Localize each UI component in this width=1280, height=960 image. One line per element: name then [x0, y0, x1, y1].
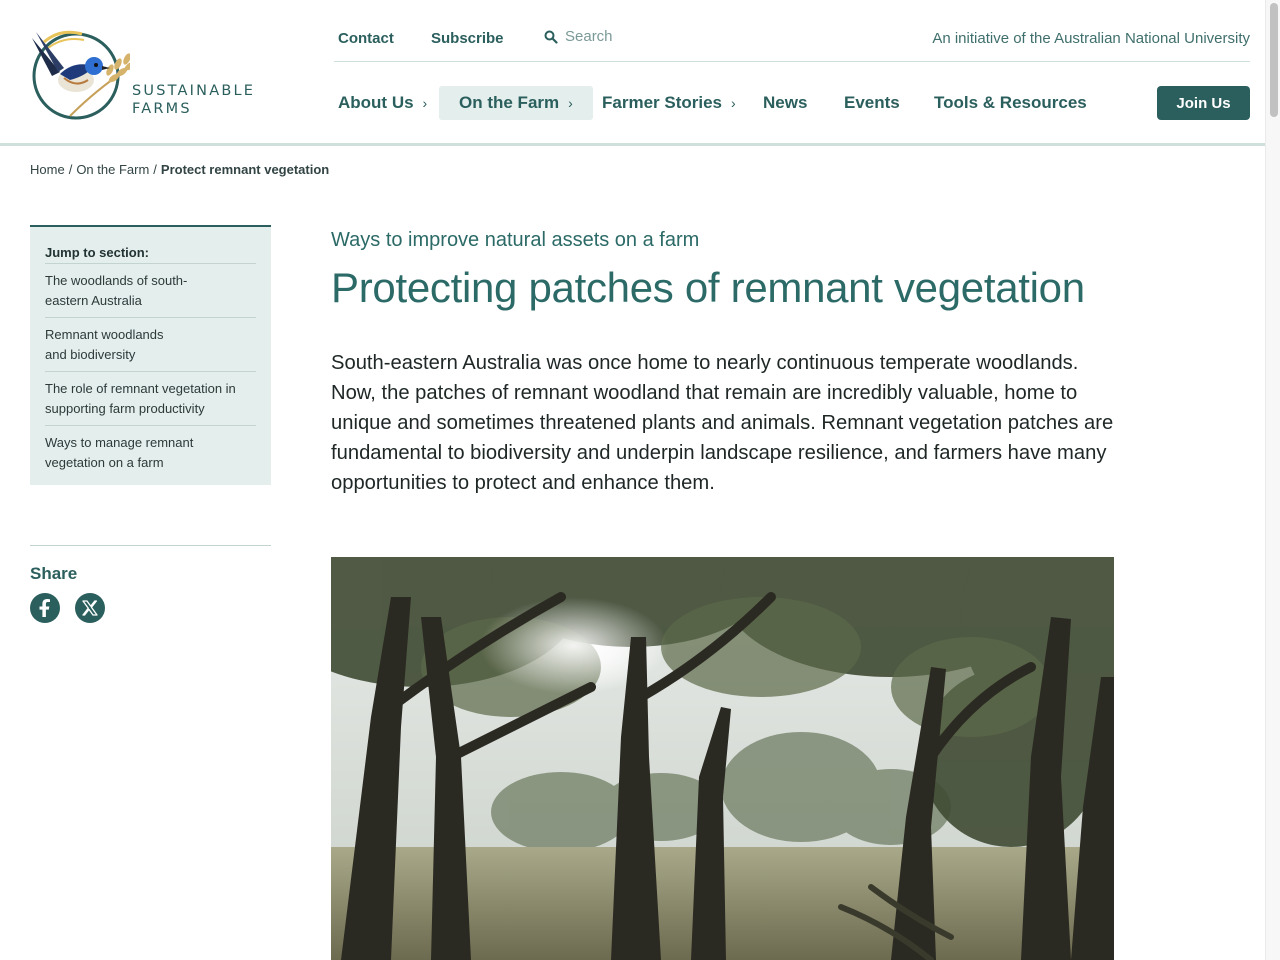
nav-label: Farmer Stories [602, 93, 722, 112]
fairy-wren-wheat-logo-icon [32, 30, 130, 120]
x-share-button[interactable] [75, 593, 105, 623]
anu-initiative-text: An initiative of the Australian National… [932, 30, 1250, 47]
chevron-right-icon: › [731, 95, 736, 111]
jump-item-farm-productivity[interactable]: The role of remnant vegetation in suppor… [45, 372, 256, 426]
breadcrumb-separator: / [68, 162, 73, 177]
contact-link[interactable]: Contact [338, 30, 394, 47]
nav-label: On the Farm [459, 93, 560, 112]
nav-about-us[interactable]: About Us › [318, 86, 447, 120]
breadcrumb-current: Protect remnant vegetation [160, 162, 330, 177]
search-box [544, 28, 725, 45]
page-scrollbar[interactable] [1265, 0, 1280, 960]
nav-label: About Us [338, 93, 414, 112]
breadcrumb-on-the-farm[interactable]: On the Farm [76, 162, 149, 177]
join-us-button[interactable]: Join Us [1157, 86, 1250, 120]
site-logo[interactable]: SUSTAINABLE FARMS [30, 26, 253, 120]
jump-to-section: Jump to section: The woodlands of south-… [30, 225, 271, 485]
chevron-right-icon: › [568, 95, 573, 111]
nav-news[interactable]: News [743, 86, 827, 120]
nav-tools-resources[interactable]: Tools & Resources [914, 86, 1107, 120]
intro-paragraph: South-eastern Australia was once home to… [331, 352, 1114, 494]
woodland-photo [331, 557, 1114, 960]
facebook-share-button[interactable] [30, 593, 60, 623]
page-title: Protecting patches of remnant vegetation [331, 264, 1085, 311]
site-header: SUSTAINABLE FARMS Contact Subscribe An i… [0, 0, 1265, 146]
nav-label: Tools & Resources [934, 93, 1087, 112]
search-icon[interactable] [544, 30, 558, 44]
woodland-hero-image [331, 557, 1114, 960]
scrollbar-thumb[interactable] [1270, 3, 1278, 117]
nav-label: Events [844, 93, 900, 112]
x-icon [82, 600, 98, 616]
subscribe-link[interactable]: Subscribe [431, 30, 504, 47]
header-divider [334, 61, 1250, 62]
nav-on-the-farm[interactable]: On the Farm › [439, 86, 593, 120]
share-label: Share [30, 564, 78, 583]
breadcrumb-separator: / [153, 162, 157, 177]
nav-label: News [763, 93, 808, 112]
search-input[interactable] [565, 28, 725, 45]
jump-item-biodiversity[interactable]: Remnant woodlands and biodiversity [45, 318, 256, 372]
jump-title: Jump to section: [45, 245, 256, 264]
facebook-icon [39, 599, 50, 617]
logo-wordmark: SUSTAINABLE FARMS [132, 83, 256, 117]
breadcrumb-home[interactable]: Home [30, 162, 65, 177]
share-divider [30, 545, 271, 546]
page-kicker: Ways to improve natural assets on a farm [331, 229, 700, 251]
nav-farmer-stories[interactable]: Farmer Stories › [582, 86, 756, 120]
nav-events[interactable]: Events [824, 86, 920, 120]
jump-item-manage-remnant[interactable]: Ways to manage remnant vegetation on a f… [45, 426, 256, 479]
breadcrumb: Home / On the Farm / Protect remnant vegetat… [30, 162, 329, 177]
jump-item-woodlands[interactable]: The woodlands of south- eastern Australi… [45, 264, 256, 318]
chevron-right-icon: › [422, 95, 428, 111]
